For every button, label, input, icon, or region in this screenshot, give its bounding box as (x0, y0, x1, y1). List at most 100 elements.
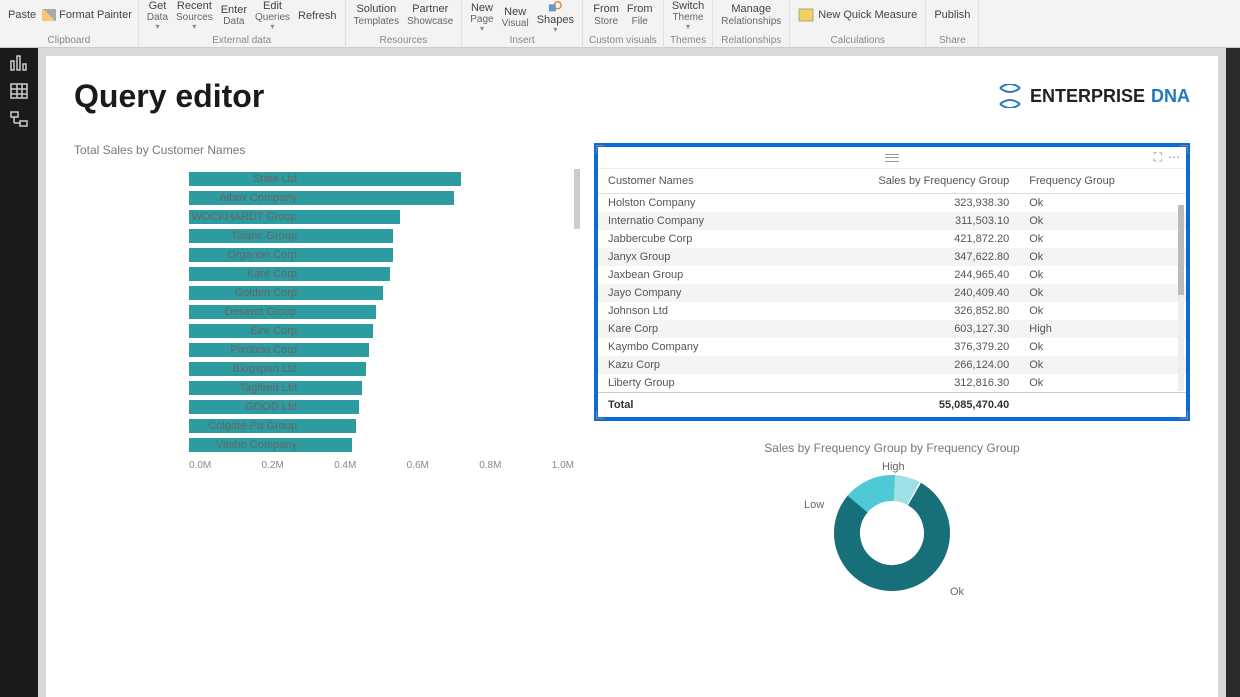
enter-data-button[interactable]: EnterData (219, 4, 249, 27)
bar-label: Deseret Group (191, 306, 301, 318)
more-options-icon[interactable]: ⋯ (1168, 150, 1180, 165)
donut-label: Low (804, 499, 824, 511)
measure-icon (798, 8, 814, 22)
table-row[interactable]: Liberty Group312,816.30Ok (598, 374, 1186, 393)
donut-chart-visual[interactable]: Sales by Frequency Group by Frequency Gr… (594, 441, 1190, 604)
edit-queries-button[interactable]: EditQueries (253, 0, 292, 32)
group-label-custom: Custom visuals (589, 35, 657, 48)
brand-logo: ENTERPRISE DNA (996, 84, 1190, 108)
model-view-icon[interactable] (9, 110, 29, 128)
group-label-resources: Resources (380, 35, 428, 48)
group-label-relationships: Relationships (721, 35, 781, 48)
paste-button[interactable]: Paste (6, 9, 38, 21)
data-view-icon[interactable] (9, 82, 29, 100)
bar-label: Eire Corp (191, 325, 301, 337)
solution-templates-button[interactable]: SolutionTemplates (352, 3, 402, 26)
group-label-clipboard: Clipboard (48, 35, 91, 48)
new-visual-button[interactable]: NewVisual (500, 6, 531, 29)
bar-label: Blogspan Ltd (191, 363, 301, 375)
shapes-icon (548, 0, 562, 14)
bar-label: Vimbo Company (191, 439, 301, 451)
bar-row[interactable]: Kare Corp (189, 264, 564, 283)
table-row[interactable]: Johnson Ltd326,852.80Ok (598, 302, 1186, 320)
visual-header[interactable]: ⛶ ⋯ (598, 147, 1186, 169)
data-table: Customer Names Sales by Frequency Group … (598, 169, 1186, 417)
bar-row[interactable]: Tagfeed Ltd (189, 378, 564, 397)
bar-row[interactable]: Talane Group (189, 226, 564, 245)
bar-chart-xaxis: 0.0M0.2M0.4M0.6M0.8M1.0M (189, 460, 574, 471)
bar-label: GOOD Ltd (191, 401, 301, 413)
bar-row[interactable]: WOCKHARDT Group (189, 207, 564, 226)
table-row[interactable]: Kare Corp603,127.30High (598, 320, 1186, 338)
bar-label: Kare Corp (191, 268, 301, 280)
table-row[interactable]: Internatio Company311,503.10Ok (598, 212, 1186, 230)
table-row[interactable]: Jaxbean Group244,965.40Ok (598, 266, 1186, 284)
table-row[interactable]: Jayo Company240,409.40Ok (598, 284, 1186, 302)
group-label-insert: Insert (510, 35, 535, 48)
report-view-icon[interactable] (9, 54, 29, 72)
bar-chart-title: Total Sales by Customer Names (74, 143, 574, 157)
bar-row[interactable]: Pixoboo Corp (189, 340, 564, 359)
drag-grip-icon[interactable] (885, 154, 899, 162)
table-row[interactable]: Kazu Corp266,124.00Ok (598, 356, 1186, 374)
bar-chart-visual[interactable]: Total Sales by Customer Names State Ltd A… (74, 143, 574, 604)
recent-sources-button[interactable]: RecentSources (174, 0, 215, 32)
bar-row[interactable]: Organon Corp (189, 245, 564, 264)
table-row[interactable]: Jabbercube Corp421,872.20Ok (598, 230, 1186, 248)
bar-label: Aibox Company (191, 192, 301, 204)
format-painter-icon (42, 9, 56, 21)
table-row[interactable]: Holston Company323,938.30Ok (598, 194, 1186, 213)
right-panel-collapsed[interactable] (1226, 48, 1240, 697)
new-page-button[interactable]: NewPage (468, 2, 495, 34)
report-page[interactable]: Query editor ENTERPRISE DNA Total Sales … (46, 56, 1218, 697)
bar-row[interactable]: Eire Corp (189, 321, 564, 340)
bar-label: State Ltd (191, 173, 301, 185)
bar-label: WOCKHARDT Group (191, 211, 301, 223)
bar-label: Colgate-Pa Group (191, 420, 301, 432)
format-painter-button[interactable]: Format Painter (42, 9, 132, 21)
canvas: Query editor ENTERPRISE DNA Total Sales … (38, 48, 1226, 697)
from-store-button[interactable]: FromStore (591, 3, 621, 26)
bar-label: Tagfeed Ltd (191, 382, 301, 394)
group-label-external: External data (212, 35, 271, 48)
publish-button[interactable]: Publish (932, 9, 972, 21)
bar-row[interactable]: Vimbo Company (189, 435, 564, 454)
from-file-button[interactable]: FromFile (625, 3, 655, 26)
bar-row[interactable]: GOOD Ltd (189, 397, 564, 416)
bar-row[interactable]: Golden Corp (189, 283, 564, 302)
table-visual-selected[interactable]: ⛶ ⋯ Customer Names Sales by Frequency Gr… (594, 143, 1190, 421)
col-header[interactable]: Customer Names (598, 169, 781, 194)
bar-label: Pixoboo Corp (191, 344, 301, 356)
shapes-button[interactable]: Shapes (535, 0, 576, 35)
partner-showcase-button[interactable]: PartnerShowcase (405, 3, 455, 26)
bar-label: Talane Group (191, 230, 301, 242)
ribbon: Paste Format Painter Clipboard GetData R… (0, 0, 1240, 48)
total-value: 55,085,470.40 (781, 393, 1019, 418)
bar-row[interactable]: Deseret Group (189, 302, 564, 321)
group-label-share: Share (939, 35, 966, 48)
refresh-button[interactable]: Refresh (296, 10, 339, 22)
donut-label: Ok (950, 586, 964, 598)
scrollbar-thumb[interactable] (1178, 205, 1184, 295)
bar-row[interactable]: Blogspan Ltd (189, 359, 564, 378)
table-row[interactable]: Kaymbo Company376,379.20Ok (598, 338, 1186, 356)
table-row[interactable]: Janyx Group347,622.80Ok (598, 248, 1186, 266)
switch-theme-button[interactable]: SwitchTheme (670, 0, 706, 32)
bar-label: Golden Corp (191, 287, 301, 299)
donut-chart-title: Sales by Frequency Group by Frequency Gr… (594, 441, 1190, 455)
focus-mode-icon[interactable]: ⛶ (1154, 150, 1162, 165)
col-header[interactable]: Frequency Group (1019, 169, 1186, 194)
bar-row[interactable]: Colgate-Pa Group (189, 416, 564, 435)
scrollbar-track[interactable] (1178, 205, 1184, 391)
total-label: Total (598, 393, 781, 418)
scrollbar-vertical[interactable] (574, 169, 580, 229)
donut-label: High (882, 461, 905, 473)
col-header[interactable]: Sales by Frequency Group (781, 169, 1019, 194)
manage-relationships-button[interactable]: ManageRelationships (719, 3, 783, 26)
get-data-button[interactable]: GetData (145, 0, 170, 32)
bar-row[interactable]: Aibox Company (189, 188, 564, 207)
new-quick-measure-button[interactable]: New Quick Measure (796, 8, 919, 22)
bar-row[interactable]: State Ltd (189, 169, 564, 188)
left-nav (0, 48, 38, 697)
bar-label: Organon Corp (191, 249, 301, 261)
